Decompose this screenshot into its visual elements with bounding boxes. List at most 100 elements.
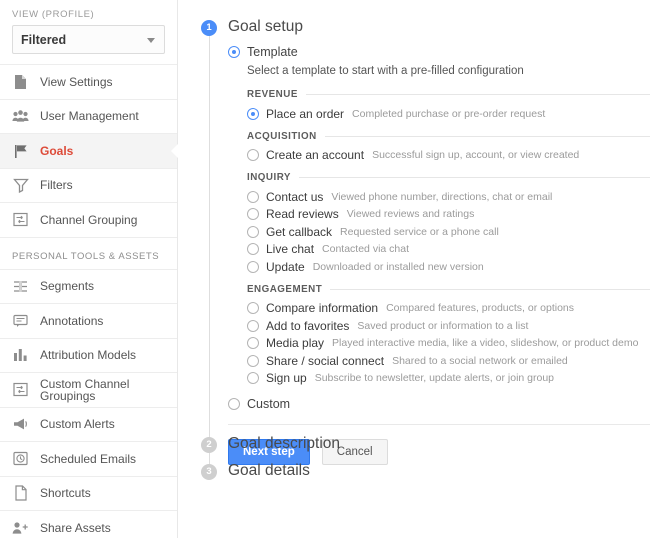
group-header: ENGAGEMENT [247,284,650,295]
sidebar-item-label: Shortcuts [40,486,91,501]
sidebar-item-label: Annotations [40,313,104,328]
sidebar-item-view-settings[interactable]: View Settings [0,65,177,100]
group-divider [305,94,650,95]
sidebar-nav-list: View Settings User Management Goals Filt… [0,64,178,538]
sidebar-item-channel-grouping[interactable]: Channel Grouping [0,203,177,238]
sidebar-item-label: Custom Alerts [40,417,115,432]
group-divider [330,288,650,290]
template-option-radio[interactable] [247,107,259,120]
template-option-read-reviews[interactable]: Read reviews Viewed reviews and ratings [247,206,650,224]
template-option-name: Add to favorites [266,318,350,333]
group-header: ACQUISITION [247,131,650,142]
sidebar-item-label: Segments [40,279,95,294]
template-option-radio[interactable] [247,337,259,350]
sidebar-item-share-assets[interactable]: Share Assets [0,511,177,538]
group-title: ENGAGEMENT [247,283,323,295]
template-option-place-an-order[interactable]: Place an order Completed purchase or pre… [247,105,650,123]
group-engagement: ENGAGEMENT Compare information Compared … [247,284,650,388]
sidebar-item-label: Custom Channel Groupings [40,376,130,403]
template-option-radio[interactable] [247,354,259,367]
personal-tools-section-header: PERSONAL TOOLS & ASSETS [0,238,177,270]
template-option-radio[interactable] [247,208,259,221]
template-option-radio[interactable] [247,243,259,256]
actions-divider [228,424,650,425]
template-option-live-chat[interactable]: Live chat Contacted via chat [247,241,650,259]
template-option-radio[interactable] [247,190,259,203]
funnel-icon [12,177,29,194]
sidebar-item-label: Channel Grouping [40,212,138,227]
template-option-name: Get callback [266,224,333,239]
sidebar-item-custom-channel-groupings[interactable]: Custom Channel Groupings [0,373,177,408]
sidebar-item-filters[interactable]: Filters [0,168,177,203]
template-option-sign-up[interactable]: Sign up Subscribe to newsletter, update … [247,370,650,388]
template-option-share-social-connect[interactable]: Share / social connect Shared to a socia… [247,352,650,370]
mode-custom-row[interactable]: Custom [228,397,650,411]
sidebar-item-goals[interactable]: Goals [0,134,178,169]
group-inquiry: INQUIRY Contact us Viewed phone number, … [247,172,650,276]
template-option-contact-us[interactable]: Contact us Viewed phone number, directio… [247,188,650,206]
template-radio[interactable] [228,46,240,58]
template-option-radio[interactable] [247,225,259,238]
group-header: INQUIRY [247,172,650,183]
template-option-desc: Compared features, products, or options [386,302,574,315]
group-header: REVENUE [247,89,650,100]
step-goal-setup: 1 Goal setup Template Select a template … [201,16,650,465]
template-option-desc: Subscribe to newsletter, update alerts, … [314,372,555,385]
sidebar-item-label: Goals [40,143,74,158]
step-2-badge: 2 [201,437,217,453]
sidebar-item-label: View Settings [40,74,113,89]
group-title: INQUIRY [247,172,291,183]
sidebar-item-attribution-models[interactable]: Attribution Models [0,338,177,373]
view-profile-value: Filtered [21,32,67,47]
template-option-radio[interactable] [247,372,259,385]
sidebar-item-segments[interactable]: Segments [0,269,177,304]
template-option-name: Place an order [266,106,345,121]
template-option-create-an-account[interactable]: Create an account Successful sign up, ac… [247,147,650,165]
view-profile-select[interactable]: Filtered [12,25,165,54]
sidebar-item-label: Filters [40,178,73,193]
template-helper-text: Select a template to start with a pre-fi… [247,65,524,77]
template-option-radio[interactable] [247,319,259,332]
template-option-get-callback[interactable]: Get callback Requested service or a phon… [247,223,650,241]
template-option-desc: Saved product or information to a list [357,319,529,332]
sidebar-item-annotations[interactable]: Annotations [0,304,177,339]
step-1-title: Goal setup [228,18,303,35]
template-option-radio[interactable] [247,149,259,162]
template-option-media-play[interactable]: Media play Played interactive media, lik… [247,335,650,353]
custom-radio[interactable] [228,398,240,410]
channel-grouping-icon [12,381,29,398]
sidebar-item-label: User Management [40,109,139,124]
annotation-icon [12,312,29,329]
template-option-add-to-favorites[interactable]: Add to favorites Saved product or inform… [247,317,650,335]
sidebar-item-scheduled-emails[interactable]: Scheduled Emails [0,442,177,477]
document-icon [12,73,29,90]
sidebar-item-shortcuts[interactable]: Shortcuts [0,476,177,511]
template-option-update[interactable]: Update Downloaded or installed new versi… [247,258,650,276]
channel-grouping-icon [12,211,29,228]
template-option-radio[interactable] [247,302,259,315]
view-selector-block: VIEW (PROFILE) Filtered [0,0,177,64]
sidebar-item-user-management[interactable]: User Management [0,99,177,134]
bar-chart-icon [12,347,29,364]
template-option-name: Media play [266,336,325,351]
sidebar-item-label: Scheduled Emails [40,451,137,466]
sidebar-item-custom-alerts[interactable]: Custom Alerts [0,407,177,442]
step-3-badge: 3 [201,464,217,480]
admin-sidebar: VIEW (PROFILE) Filtered View Settings Us… [0,0,178,538]
template-option-name: Sign up [266,371,307,386]
group-title: REVENUE [247,89,298,100]
template-option-name: Compare information [266,301,379,316]
template-option-desc: Shared to a social network or emailed [392,354,568,367]
template-option-desc: Viewed phone number, directions, chat or… [331,190,553,203]
step-goal-details[interactable]: 3 Goal details [201,460,310,482]
template-option-compare-information[interactable]: Compare information Compared features, p… [247,300,650,318]
template-option-radio[interactable] [247,260,259,273]
step-goal-description[interactable]: 2 Goal description [201,433,340,455]
group-revenue: REVENUE Place an order Completed purchas… [247,89,650,123]
template-option-name: Share / social connect [266,353,385,368]
group-divider [324,135,650,137]
flag-icon [12,142,29,159]
step-1-badge: 1 [201,20,217,36]
template-option-desc: Successful sign up, account, or view cre… [372,149,580,162]
mode-template-row[interactable]: Template [228,45,650,59]
